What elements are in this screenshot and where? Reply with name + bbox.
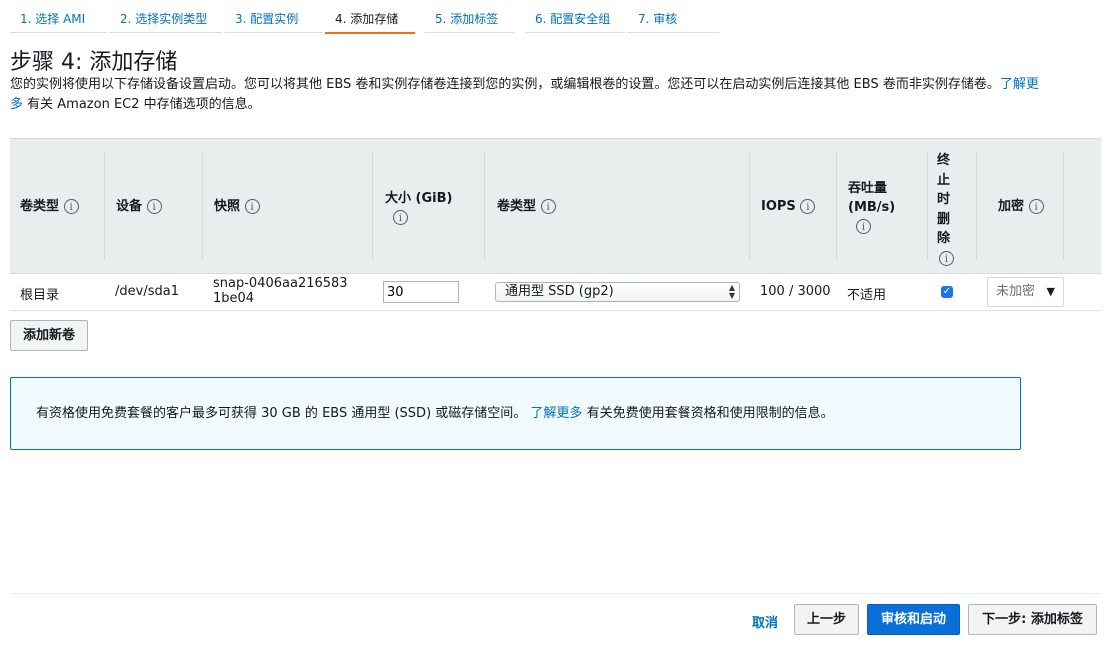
encryption-select-value: 未加密: [996, 284, 1036, 299]
cell-device: /dev/sda1: [115, 284, 179, 299]
step-choose-ami[interactable]: 1. 选择 AMI: [10, 0, 107, 33]
info-icon[interactable]: i: [63, 199, 79, 214]
header-snapshot: 快照 i: [214, 197, 260, 216]
delete-on-termination-checkbox[interactable]: ✓: [941, 286, 953, 298]
cell-volume-type: 根目录: [20, 288, 60, 303]
cell-snapshot: snap-0406aa2165831be04: [213, 276, 348, 306]
header-label: 快照: [214, 199, 241, 214]
column-divider: [927, 151, 928, 261]
table-row: 根目录 /dev/sda1 snap-0406aa2165831be04 通用型…: [10, 274, 1101, 311]
header-label: 设备: [116, 199, 143, 214]
cancel-link[interactable]: 取消: [752, 612, 778, 631]
header-label: 卷类型: [20, 199, 60, 214]
volume-type-select-value: 通用型 SSD (gp2): [505, 284, 614, 299]
column-divider: [484, 151, 485, 261]
notice-text: 有资格使用免费套餐的客户最多可获得 30 GB 的 EBS 通用型 (SSD) …: [36, 406, 527, 421]
header-label: 终止时删除: [937, 153, 951, 246]
info-icon[interactable]: i: [393, 210, 408, 225]
step-choose-instance-type[interactable]: 2. 选择实例类型: [110, 0, 222, 33]
header-size: 大小 (GiB) i: [385, 189, 475, 227]
header-delete-on-termination: 终止时删除 i: [937, 151, 954, 268]
header-encryption: 加密 i: [998, 197, 1044, 216]
step-configure-instance[interactable]: 3. 配置实例: [225, 0, 322, 33]
header-label: 吞吐量 (MB/s): [848, 181, 896, 215]
caret-down-icon: ▼: [1046, 285, 1055, 298]
notice-learn-more-link[interactable]: 了解更多: [530, 406, 582, 421]
info-icon[interactable]: i: [146, 199, 162, 214]
step-add-storage[interactable]: 4. 添加存储: [325, 0, 415, 34]
next-add-tags-button[interactable]: 下一步: 添加标签: [968, 604, 1097, 635]
header-label: 加密: [998, 199, 1025, 214]
header-label: 大小 (GiB): [385, 191, 453, 206]
info-icon[interactable]: i: [856, 219, 871, 234]
select-arrows-icon: ▲ ▼: [728, 283, 735, 300]
column-divider: [372, 151, 373, 261]
checkmark-icon: ✓: [942, 286, 952, 297]
header-volume-kind: 卷类型 i: [497, 197, 556, 216]
volume-type-select[interactable]: 通用型 SSD (gp2) ▲ ▼: [495, 282, 740, 302]
info-icon[interactable]: i: [939, 250, 954, 266]
header-iops: IOPS i: [761, 197, 816, 216]
column-divider: [749, 151, 750, 261]
step-review[interactable]: 7. 审核: [628, 0, 719, 33]
step-add-tags[interactable]: 5. 添加标签: [425, 0, 515, 33]
column-divider: [976, 151, 977, 261]
encryption-select[interactable]: 未加密 ▼: [987, 277, 1064, 307]
free-tier-notice: 有资格使用免费套餐的客户最多可获得 30 GB 的 EBS 通用型 (SSD) …: [10, 377, 1021, 450]
header-throughput: 吞吐量 (MB/s) i: [848, 179, 904, 236]
footer-divider: [10, 593, 1101, 594]
header-device: 设备 i: [116, 197, 162, 216]
add-new-volume-button[interactable]: 添加新卷: [10, 320, 88, 351]
size-input[interactable]: [383, 281, 459, 303]
column-divider: [836, 151, 837, 261]
column-divider: [1063, 151, 1064, 261]
column-divider: [104, 151, 105, 261]
info-icon[interactable]: i: [1028, 199, 1044, 214]
header-label: IOPS: [761, 199, 796, 214]
notice-text-2: 有关免费使用套餐资格和使用限制的信息。: [586, 406, 834, 421]
previous-button[interactable]: 上一步: [794, 604, 859, 635]
page-description: 您的实例将使用以下存储设备设置启动。您可以将其他 EBS 卷和实例存储卷连接到您…: [10, 75, 1040, 115]
cell-iops: 100 / 3000: [760, 284, 831, 299]
info-icon[interactable]: i: [244, 199, 260, 214]
step-configure-security-group[interactable]: 6. 配置安全组: [525, 0, 625, 33]
header-label: 卷类型: [497, 199, 537, 214]
info-icon[interactable]: i: [800, 199, 816, 214]
description-text-2: 有关 Amazon EC2 中存储选项的信息。: [27, 97, 261, 112]
info-icon[interactable]: i: [540, 199, 556, 214]
storage-table-header: 卷类型 i 设备 i 快照 i 大小 (GiB) i 卷类型 i IOPS i …: [10, 138, 1101, 274]
column-divider: [202, 151, 203, 261]
header-volume-type: 卷类型 i: [20, 197, 79, 216]
description-text: 您的实例将使用以下存储设备设置启动。您可以将其他 EBS 卷和实例存储卷连接到您…: [10, 77, 1000, 92]
cell-throughput: 不适用: [847, 288, 887, 303]
page-title: 步骤 4: 添加存储: [10, 50, 178, 75]
review-and-launch-button[interactable]: 审核和启动: [867, 604, 960, 635]
